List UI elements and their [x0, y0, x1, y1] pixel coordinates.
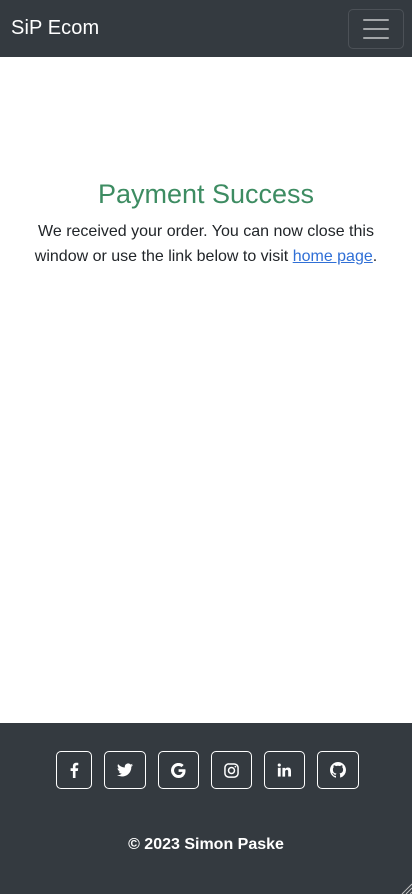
linkedin-icon — [277, 763, 291, 777]
social-links — [0, 751, 412, 789]
message-end: . — [372, 248, 378, 265]
twitter-button[interactable] — [103, 751, 146, 789]
hamburger-menu-icon-bar — [363, 27, 389, 30]
resize-grip-icon[interactable] — [400, 882, 412, 894]
facebook-icon — [70, 762, 78, 778]
github-icon — [329, 762, 346, 778]
footer: © 2023 Simon Paske — [0, 723, 412, 894]
main-content: Payment Success We received your order. … — [0, 57, 412, 723]
hamburger-menu-icon — [363, 18, 389, 21]
page-title: Payment Success — [97, 179, 315, 209]
facebook-button[interactable] — [55, 751, 92, 789]
hamburger-menu-icon-bar — [363, 36, 389, 39]
brand-link[interactable]: SiP Ecom — [11, 17, 99, 40]
success-message: We received your order. You can now clos… — [16, 219, 396, 269]
navbar: SiP Ecom — [0, 0, 412, 57]
google-button[interactable] — [157, 751, 199, 789]
navbar-toggler-button[interactable] — [348, 8, 404, 49]
google-icon — [170, 762, 186, 778]
github-button[interactable] — [316, 751, 359, 789]
instagram-icon — [223, 762, 239, 778]
home-page-link[interactable]: home page — [293, 248, 373, 265]
twitter-icon — [116, 763, 133, 777]
instagram-button[interactable] — [210, 751, 252, 789]
linkedin-button[interactable] — [263, 751, 305, 789]
copyright-text: © 2023 Simon Paske — [128, 836, 284, 853]
